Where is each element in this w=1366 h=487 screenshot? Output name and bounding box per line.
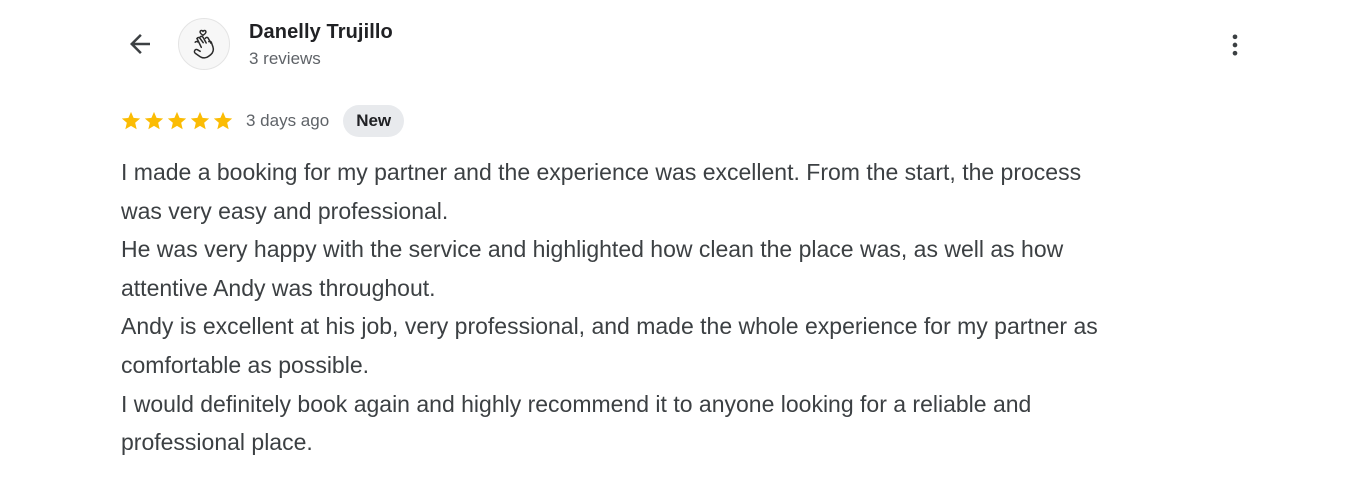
avatar[interactable] xyxy=(178,18,230,70)
review-text-line: comfortable as possible. xyxy=(121,351,370,378)
review-body: I made a booking for my partner and the … xyxy=(121,153,1251,462)
review-text-line: was very easy and professional. xyxy=(121,197,449,224)
back-button[interactable] xyxy=(124,28,156,60)
reviewer-review-count: 3 reviews xyxy=(249,49,321,68)
review-detail-page: Danelly Trujillo 3 reviews 3 days ago Ne… xyxy=(0,0,1366,487)
review-text-line: professional place. xyxy=(121,429,313,456)
reviewer-header: Danelly Trujillo 3 reviews xyxy=(118,16,1248,76)
review-text-line: Andy is excellent at his job, very profe… xyxy=(121,313,1098,340)
star-icon xyxy=(144,111,164,130)
more-vert-icon xyxy=(1232,34,1238,56)
hand-heart-gesture-icon xyxy=(193,29,215,59)
review-text-line: attentive Andy was throughout. xyxy=(121,274,436,301)
more-options-button[interactable] xyxy=(1218,28,1252,62)
star-icon xyxy=(213,111,233,130)
star-icon xyxy=(190,111,210,130)
reviewer-name[interactable]: Danelly Trujillo xyxy=(249,21,393,44)
review-text-line: He was very happy with the service and h… xyxy=(121,236,1064,263)
review-text-line: I made a booking for my partner and the … xyxy=(121,159,1082,185)
star-icon xyxy=(121,111,141,130)
arrow-back-icon xyxy=(130,34,150,54)
review-date: 3 days ago xyxy=(246,111,330,130)
star-icon xyxy=(167,111,187,130)
new-badge: New xyxy=(343,105,405,137)
review-meta: 3 days ago New xyxy=(120,105,405,137)
review-text-line: I would definitely book again and highly… xyxy=(121,390,1032,417)
star-rating xyxy=(120,110,234,132)
